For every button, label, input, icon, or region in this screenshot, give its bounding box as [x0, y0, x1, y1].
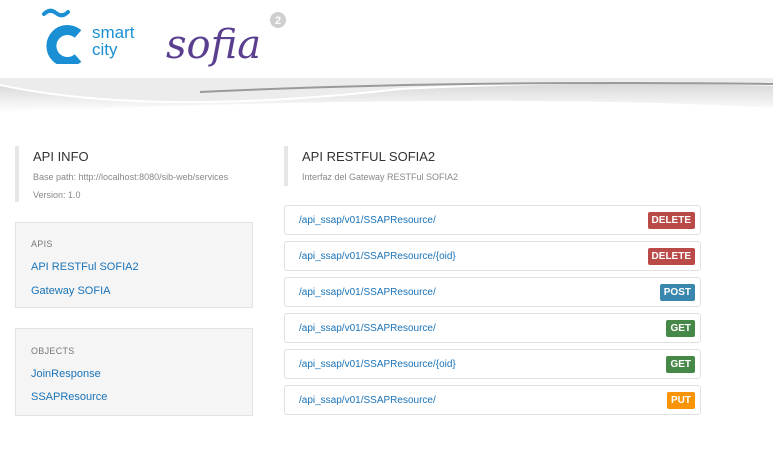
- method-badge-delete: DELETE: [647, 212, 695, 229]
- endpoint-row[interactable]: /api_ssap/v01/SSAPResource/ GET: [284, 313, 701, 343]
- endpoint-row[interactable]: /api_ssap/v01/SSAPResource/{oid} GET: [284, 349, 701, 379]
- endpoint-path[interactable]: /api_ssap/v01/SSAPResource/{oid}: [299, 251, 456, 262]
- endpoint-path[interactable]: /api_ssap/v01/SSAPResource/: [299, 215, 436, 226]
- api-restful-section: API RESTFUL SOFIA2 Interfaz del Gateway …: [284, 146, 458, 186]
- header-swoosh: [0, 78, 773, 112]
- gateway-sofia-link[interactable]: Gateway SOFIA: [31, 285, 110, 297]
- api-restful-title: API RESTFUL SOFIA2: [302, 149, 436, 164]
- sofia-logo-text: sofia: [166, 22, 261, 68]
- logo-city-text: city: [92, 40, 118, 59]
- endpoint-row[interactable]: /api_ssap/v01/SSAPResource/ POST: [284, 277, 701, 307]
- method-badge-get: GET: [666, 356, 695, 373]
- sofia-version-text: 2: [275, 15, 281, 27]
- endpoint-path[interactable]: /api_ssap/v01/SSAPResource/: [299, 395, 436, 406]
- objects-panel: OBJECTS JoinResponse SSAPResource: [15, 328, 253, 416]
- endpoint-row[interactable]: /api_ssap/v01/SSAPResource/{oid} DELETE: [284, 241, 701, 271]
- method-badge-delete: DELETE: [647, 248, 695, 265]
- apis-panel: APIS API RESTFul SOFIA2 Gateway SOFIA: [15, 222, 253, 308]
- objects-panel-title: OBJECTS: [31, 346, 75, 356]
- api-info-section: API INFO Base path: http://localhost:808…: [15, 146, 228, 202]
- base-path-text: Base path: http://localhost:8080/sib-web…: [33, 172, 229, 182]
- version-text: Version: 1.0: [33, 190, 81, 200]
- endpoint-row[interactable]: /api_ssap/v01/SSAPResource/ DELETE: [284, 205, 701, 235]
- method-badge-put: PUT: [667, 392, 695, 409]
- endpoint-path[interactable]: /api_ssap/v01/SSAPResource/{oid}: [299, 359, 456, 370]
- join-response-link[interactable]: JoinResponse: [31, 368, 101, 380]
- ssap-resource-link[interactable]: SSAPResource: [31, 391, 107, 403]
- header: smart city sofia 2: [0, 0, 773, 82]
- apis-panel-title: APIS: [31, 239, 53, 249]
- smart-city-logo-icon: [42, 8, 82, 64]
- method-badge-post: POST: [659, 284, 695, 301]
- api-restful-sofia2-link[interactable]: API RESTFul SOFIA2: [31, 261, 139, 273]
- endpoint-path[interactable]: /api_ssap/v01/SSAPResource/: [299, 287, 436, 298]
- endpoint-path[interactable]: /api_ssap/v01/SSAPResource/: [299, 323, 436, 334]
- api-info-title: API INFO: [33, 149, 89, 164]
- method-badge-get: GET: [666, 320, 695, 337]
- api-restful-subtitle: Interfaz del Gateway RESTFul SOFIA2: [302, 172, 459, 182]
- sofia-logo: sofia 2: [166, 12, 286, 68]
- logo-smart-text: smart: [92, 23, 135, 42]
- endpoint-row[interactable]: /api_ssap/v01/SSAPResource/ PUT: [284, 385, 701, 415]
